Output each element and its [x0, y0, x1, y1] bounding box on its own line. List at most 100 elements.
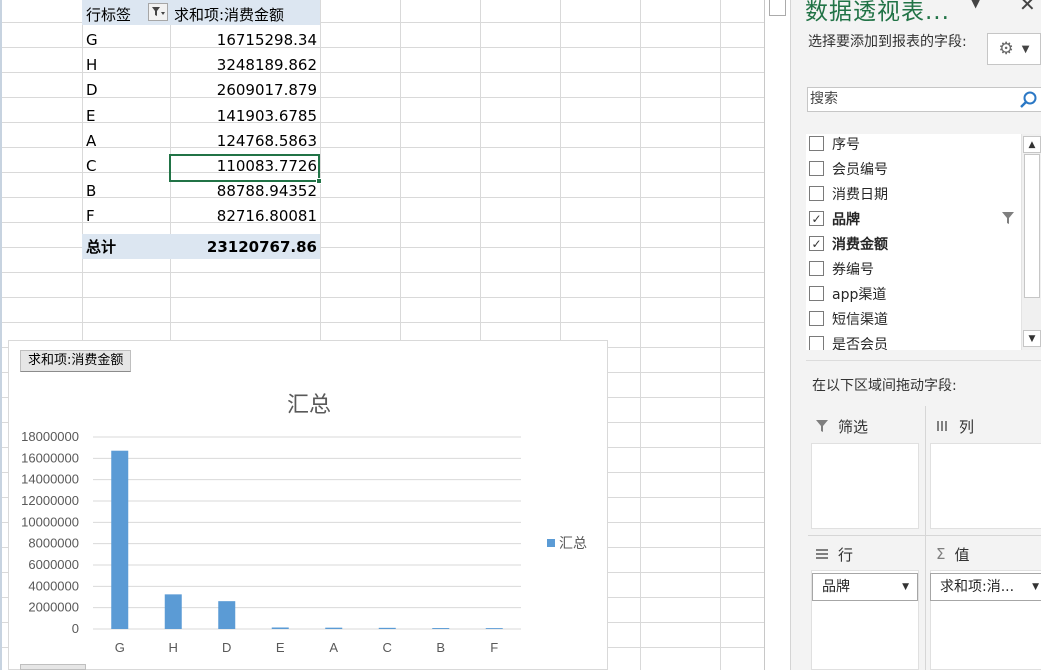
pivot-row-label[interactable]: G — [86, 28, 98, 53]
field-item[interactable]: 会员编号 — [809, 156, 888, 181]
pivot-row-label[interactable]: F — [86, 204, 95, 229]
y-tick-label: 0 — [72, 621, 79, 636]
fill-handle[interactable] — [316, 178, 322, 184]
field-item[interactable]: 消费日期 — [809, 181, 888, 206]
pivot-chart[interactable]: 求和项:消费金额 汇总 0 2000000 4000000 6000000 800000… — [8, 340, 608, 670]
chart-bar[interactable] — [485, 628, 503, 629]
chart-axis-field-button[interactable] — [20, 664, 86, 670]
pivot-row-value[interactable]: 2609017.879 — [170, 78, 317, 103]
field-checkbox[interactable] — [809, 311, 824, 326]
pivot-row-labels-header[interactable]: 行标签 — [86, 3, 131, 28]
pane-subtitle: 选择要添加到报表的字段: — [808, 34, 967, 50]
area-vertical-separator — [925, 406, 926, 670]
field-item[interactable]: 序号 — [809, 134, 860, 156]
chevron-down-icon: ▼ — [1021, 43, 1030, 55]
y-tick-label: 10000000 — [21, 514, 79, 529]
field-item[interactable]: 是否会员 — [809, 331, 888, 350]
pivot-row-value[interactable]: 16715298.34 — [170, 28, 317, 53]
field-checkbox[interactable]: ✓ — [809, 211, 824, 226]
y-tick-label: 14000000 — [21, 472, 79, 487]
pivot-row-value[interactable]: 82716.80081 — [170, 204, 317, 229]
search-icon[interactable] — [1019, 90, 1039, 110]
chevron-down-icon[interactable]: ▼ — [1032, 574, 1039, 600]
field-checkbox[interactable] — [809, 186, 824, 201]
chevron-down-icon[interactable]: ▼ — [902, 574, 909, 600]
field-checkbox[interactable] — [809, 161, 824, 176]
pivot-row-label[interactable]: A — [86, 129, 96, 154]
scroll-thumb[interactable] — [1024, 154, 1040, 298]
sigma-icon: Σ — [936, 545, 946, 563]
pivot-row-label[interactable]: D — [86, 78, 98, 103]
chart-bar[interactable] — [432, 628, 450, 629]
row-label-filter-button[interactable] — [148, 3, 168, 21]
worksheet-grid[interactable]: 行标签 求和项:消费金额 G 16715298.34 H 3248189.862 D 26… — [0, 0, 764, 670]
chart-bar[interactable] — [271, 627, 289, 629]
field-checkbox[interactable] — [809, 136, 824, 151]
field-list-settings-button[interactable]: ⚙ ▼ — [987, 33, 1041, 65]
field-item[interactable]: app渠道 — [809, 281, 886, 306]
field-list[interactable]: 序号 会员编号 消费日期 ✓ 品牌 ✓ 消费金额券编号 app渠道短信渠道是否会员 — [806, 134, 1041, 350]
field-item[interactable]: ✓ 品牌 — [809, 206, 860, 231]
pane-title: 数据透视表... — [805, 0, 950, 25]
drag-areas-hint: 在以下区域间拖动字段: — [812, 378, 957, 394]
field-checkbox[interactable]: ✓ — [809, 236, 824, 251]
field-label: 是否会员 — [832, 336, 888, 351]
chart-plot-area[interactable]: 0 2000000 4000000 6000000 8000000 10000000 120… — [9, 341, 609, 670]
pivot-row-label[interactable]: E — [86, 104, 95, 129]
field-search-input[interactable]: 搜索 — [807, 87, 1041, 112]
pivot-row-value[interactable]: 3248189.862 — [170, 53, 317, 78]
x-tick-label: B — [436, 640, 445, 655]
field-item[interactable]: ✓ 消费金额 — [809, 231, 888, 256]
pivot-row-label[interactable]: B — [86, 179, 96, 204]
chart-bar[interactable] — [218, 601, 236, 629]
pivot-grand-total-value[interactable]: 23120767.86 — [170, 235, 317, 260]
y-tick-label: 16000000 — [21, 450, 79, 465]
values-area-label: 值 — [954, 545, 970, 564]
field-item[interactable]: 券编号 — [809, 256, 874, 281]
field-item[interactable]: 短信渠道 — [809, 306, 888, 331]
scroll-down-button[interactable]: ▼ — [1023, 330, 1041, 347]
pivot-row-value[interactable]: 124768.5863 — [170, 129, 317, 154]
field-checkbox[interactable] — [809, 336, 824, 350]
pivot-values-header[interactable]: 求和项:消费金额 — [174, 3, 284, 28]
rows-field-pill[interactable]: 品牌 ▼ — [812, 573, 918, 601]
chart-bar[interactable] — [111, 450, 129, 629]
chart-bar[interactable] — [164, 594, 182, 629]
field-label: 短信渠道 — [832, 311, 888, 328]
rows-area-label: 行 — [838, 545, 854, 564]
x-tick-label: F — [490, 640, 498, 655]
chart-legend[interactable]: 汇总 — [547, 533, 587, 553]
pane-options-chevron-icon[interactable]: ▼ — [971, 0, 980, 10]
y-tick-label: 2000000 — [28, 600, 79, 615]
pane-splitter-handle[interactable] — [769, 0, 786, 16]
scroll-up-button[interactable]: ▲ — [1023, 136, 1041, 153]
field-list-scrollbar[interactable]: ▲ ▼ — [1021, 134, 1041, 350]
rows-icon — [816, 549, 828, 559]
pivot-row-value[interactable]: 88788.94352 — [170, 179, 317, 204]
field-label: 消费金额 — [832, 236, 888, 253]
close-icon[interactable]: ✕ — [1019, 0, 1036, 16]
pivot-row-value[interactable]: 141903.6785 — [170, 104, 317, 129]
x-tick-label: D — [222, 640, 231, 655]
pivot-row-label[interactable]: H — [86, 53, 97, 78]
values-field-pill[interactable]: 求和项:消... ▼ — [930, 573, 1041, 601]
rows-field-label: 品牌 — [822, 579, 850, 595]
field-label: 券编号 — [832, 261, 874, 278]
filter-drop-area[interactable] — [811, 443, 919, 529]
field-checkbox[interactable] — [809, 286, 824, 301]
field-label: 品牌 — [832, 211, 860, 228]
column-gridline — [640, 0, 641, 670]
active-cell-selection — [169, 154, 322, 184]
columns-drop-area[interactable] — [930, 443, 1041, 529]
legend-swatch — [547, 539, 555, 547]
chart-bar[interactable] — [378, 627, 396, 629]
chart-bar[interactable] — [325, 627, 343, 629]
pivot-row-label[interactable]: C — [86, 154, 96, 179]
filter-icon[interactable] — [1001, 211, 1015, 225]
pivot-grand-total-label[interactable]: 总计 — [86, 235, 116, 260]
field-checkbox[interactable] — [809, 261, 824, 276]
filter-icon — [816, 420, 828, 432]
pane-splitter[interactable] — [764, 0, 790, 670]
rows-area-header: 行 — [815, 542, 853, 566]
filter-area-label: 筛选 — [838, 417, 869, 436]
